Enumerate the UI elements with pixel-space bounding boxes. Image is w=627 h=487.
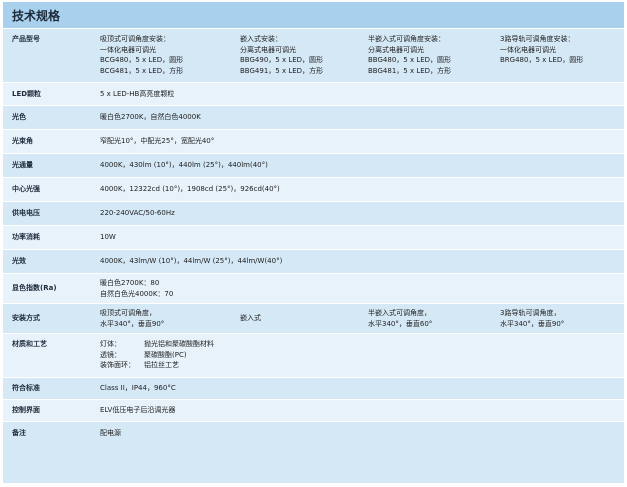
- row-value: 4000K，430lm (10°)，440lm (25°)，440lm(40°): [100, 161, 268, 170]
- spec-row-led: LED颗粒 5 x LED-HB高亮度颗粒: [3, 83, 624, 106]
- row-label: 光效: [12, 257, 26, 266]
- spec-row-intensity: 中心光强 4000K，12322cd (10°)，1908cd (25°)，92…: [3, 178, 624, 202]
- row-label: 光色: [12, 113, 26, 122]
- material-item: 装饰面环： 铝拉丝工艺: [100, 361, 179, 369]
- spec-row-efficacy: 光效 4000K，43lm/W (10°)，44lm/W (25°)，44lm/…: [3, 250, 624, 274]
- model-cell-ceiling: 吸顶式可调角度安装： 一体化电器可调光 BCG480，5 x LED，圆形 BC…: [100, 35, 184, 75]
- row-label: 中心光强: [12, 185, 40, 194]
- row-value: Class II，IP44，960°C: [100, 384, 176, 393]
- material-item: 灯体： 抛光铝和聚碳酸酯材料: [100, 340, 214, 348]
- model-cell-semi-recessed: 半嵌入式可调角度安装： 分离式电器可调光 BBG480，5 x LED，圆形 B…: [368, 35, 452, 75]
- row-label: 安装方式: [12, 314, 40, 323]
- row-label: 光束角: [12, 137, 33, 146]
- row-value: 暖白色2700K，自然白色4000K: [100, 113, 201, 122]
- install-cell-semi-recessed: 半嵌入式可调角度， 水平340°，垂直60°: [368, 309, 433, 328]
- row-value: 配电源: [100, 428, 121, 437]
- row-value: 220-240VAC/50-60Hz: [100, 209, 175, 218]
- install-cell-ceiling: 吸顶式可调角度， 水平340°，垂直90°: [100, 309, 165, 328]
- spec-row-control: 控制界面 ELV低压电子后沿调光器: [3, 400, 624, 422]
- row-label: LED颗粒: [12, 89, 42, 98]
- spec-table: 技术规格 产品型号 吸顶式可调角度安装： 一体化电器可调光 BCG480，5 x…: [3, 2, 624, 483]
- row-label: 控制界面: [12, 406, 40, 415]
- row-value: 暖白色2700K：80 自然白色光4000K：70: [100, 279, 174, 298]
- spec-row-note: 备注 配电源: [3, 422, 624, 444]
- row-value: 窄配光10°，中配光25°，宽配光40°: [100, 137, 215, 146]
- model-cell-track: 3路导轨可调角度安装： 一体化电器可调光 BRG480，5 x LED，圆形: [500, 35, 584, 64]
- row-value: 10W: [100, 233, 116, 242]
- row-label: 备注: [12, 428, 26, 437]
- spec-row-standard: 符合标准 Class II，IP44，960°C: [3, 378, 624, 400]
- spec-row-flux: 光通量 4000K，430lm (10°)，440lm (25°)，440lm(…: [3, 154, 624, 178]
- row-label: 供电电压: [12, 209, 40, 218]
- row-label: 产品型号: [12, 35, 40, 43]
- row-value: 灯体： 抛光铝和聚碳酸酯材料 透镜： 聚碳酸酯(PC) 装饰面环： 铝拉丝工艺: [92, 334, 624, 377]
- spec-row-model: 产品型号 吸顶式可调角度安装： 一体化电器可调光 BCG480，5 x LED，…: [3, 29, 624, 83]
- spec-row-voltage: 供电电压 220-240VAC/50-60Hz: [3, 202, 624, 226]
- row-label: 显色指数(Ra): [12, 284, 57, 293]
- row-label: 符合标准: [12, 384, 40, 393]
- row-label: 功率消耗: [12, 233, 40, 242]
- install-cell-track: 3路导轨可调角度， 水平340°，垂直90°: [500, 309, 565, 328]
- spec-row-install: 安装方式 吸顶式可调角度， 水平340°，垂直90° 嵌入式 半嵌入式可调角度，…: [3, 304, 624, 334]
- page-title: 技术规格: [3, 2, 624, 29]
- row-value: ELV低压电子后沿调光器: [100, 406, 176, 415]
- row-value: 4000K，12322cd (10°)，1908cd (25°)，926cd(4…: [100, 185, 280, 194]
- spec-row-beam: 光束角 窄配光10°，中配光25°，宽配光40°: [3, 130, 624, 154]
- spec-row-cri: 显色指数(Ra) 暖白色2700K：80 自然白色光4000K：70: [3, 274, 624, 304]
- model-cell-recessed: 嵌入式安装： 分离式电器可调光 BBG490，5 x LED，圆形 BBG491…: [240, 35, 324, 75]
- spec-row-color: 光色 暖白色2700K，自然白色4000K: [3, 106, 624, 130]
- row-label: 光通量: [12, 161, 33, 170]
- install-cell-recessed: 嵌入式: [240, 314, 261, 323]
- row-label: 材质和工艺: [12, 340, 47, 348]
- row-value: 4000K，43lm/W (10°)，44lm/W (25°)，44lm/W(4…: [100, 257, 283, 266]
- material-item: 透镜： 聚碳酸酯(PC): [100, 350, 187, 359]
- row-value: 5 x LED-HB高亮度颗粒: [100, 89, 175, 98]
- spec-row-material: 材质和工艺 灯体： 抛光铝和聚碳酸酯材料 透镜： 聚碳酸酯(PC) 装饰面环： …: [3, 334, 624, 378]
- spec-row-power: 功率消耗 10W: [3, 226, 624, 250]
